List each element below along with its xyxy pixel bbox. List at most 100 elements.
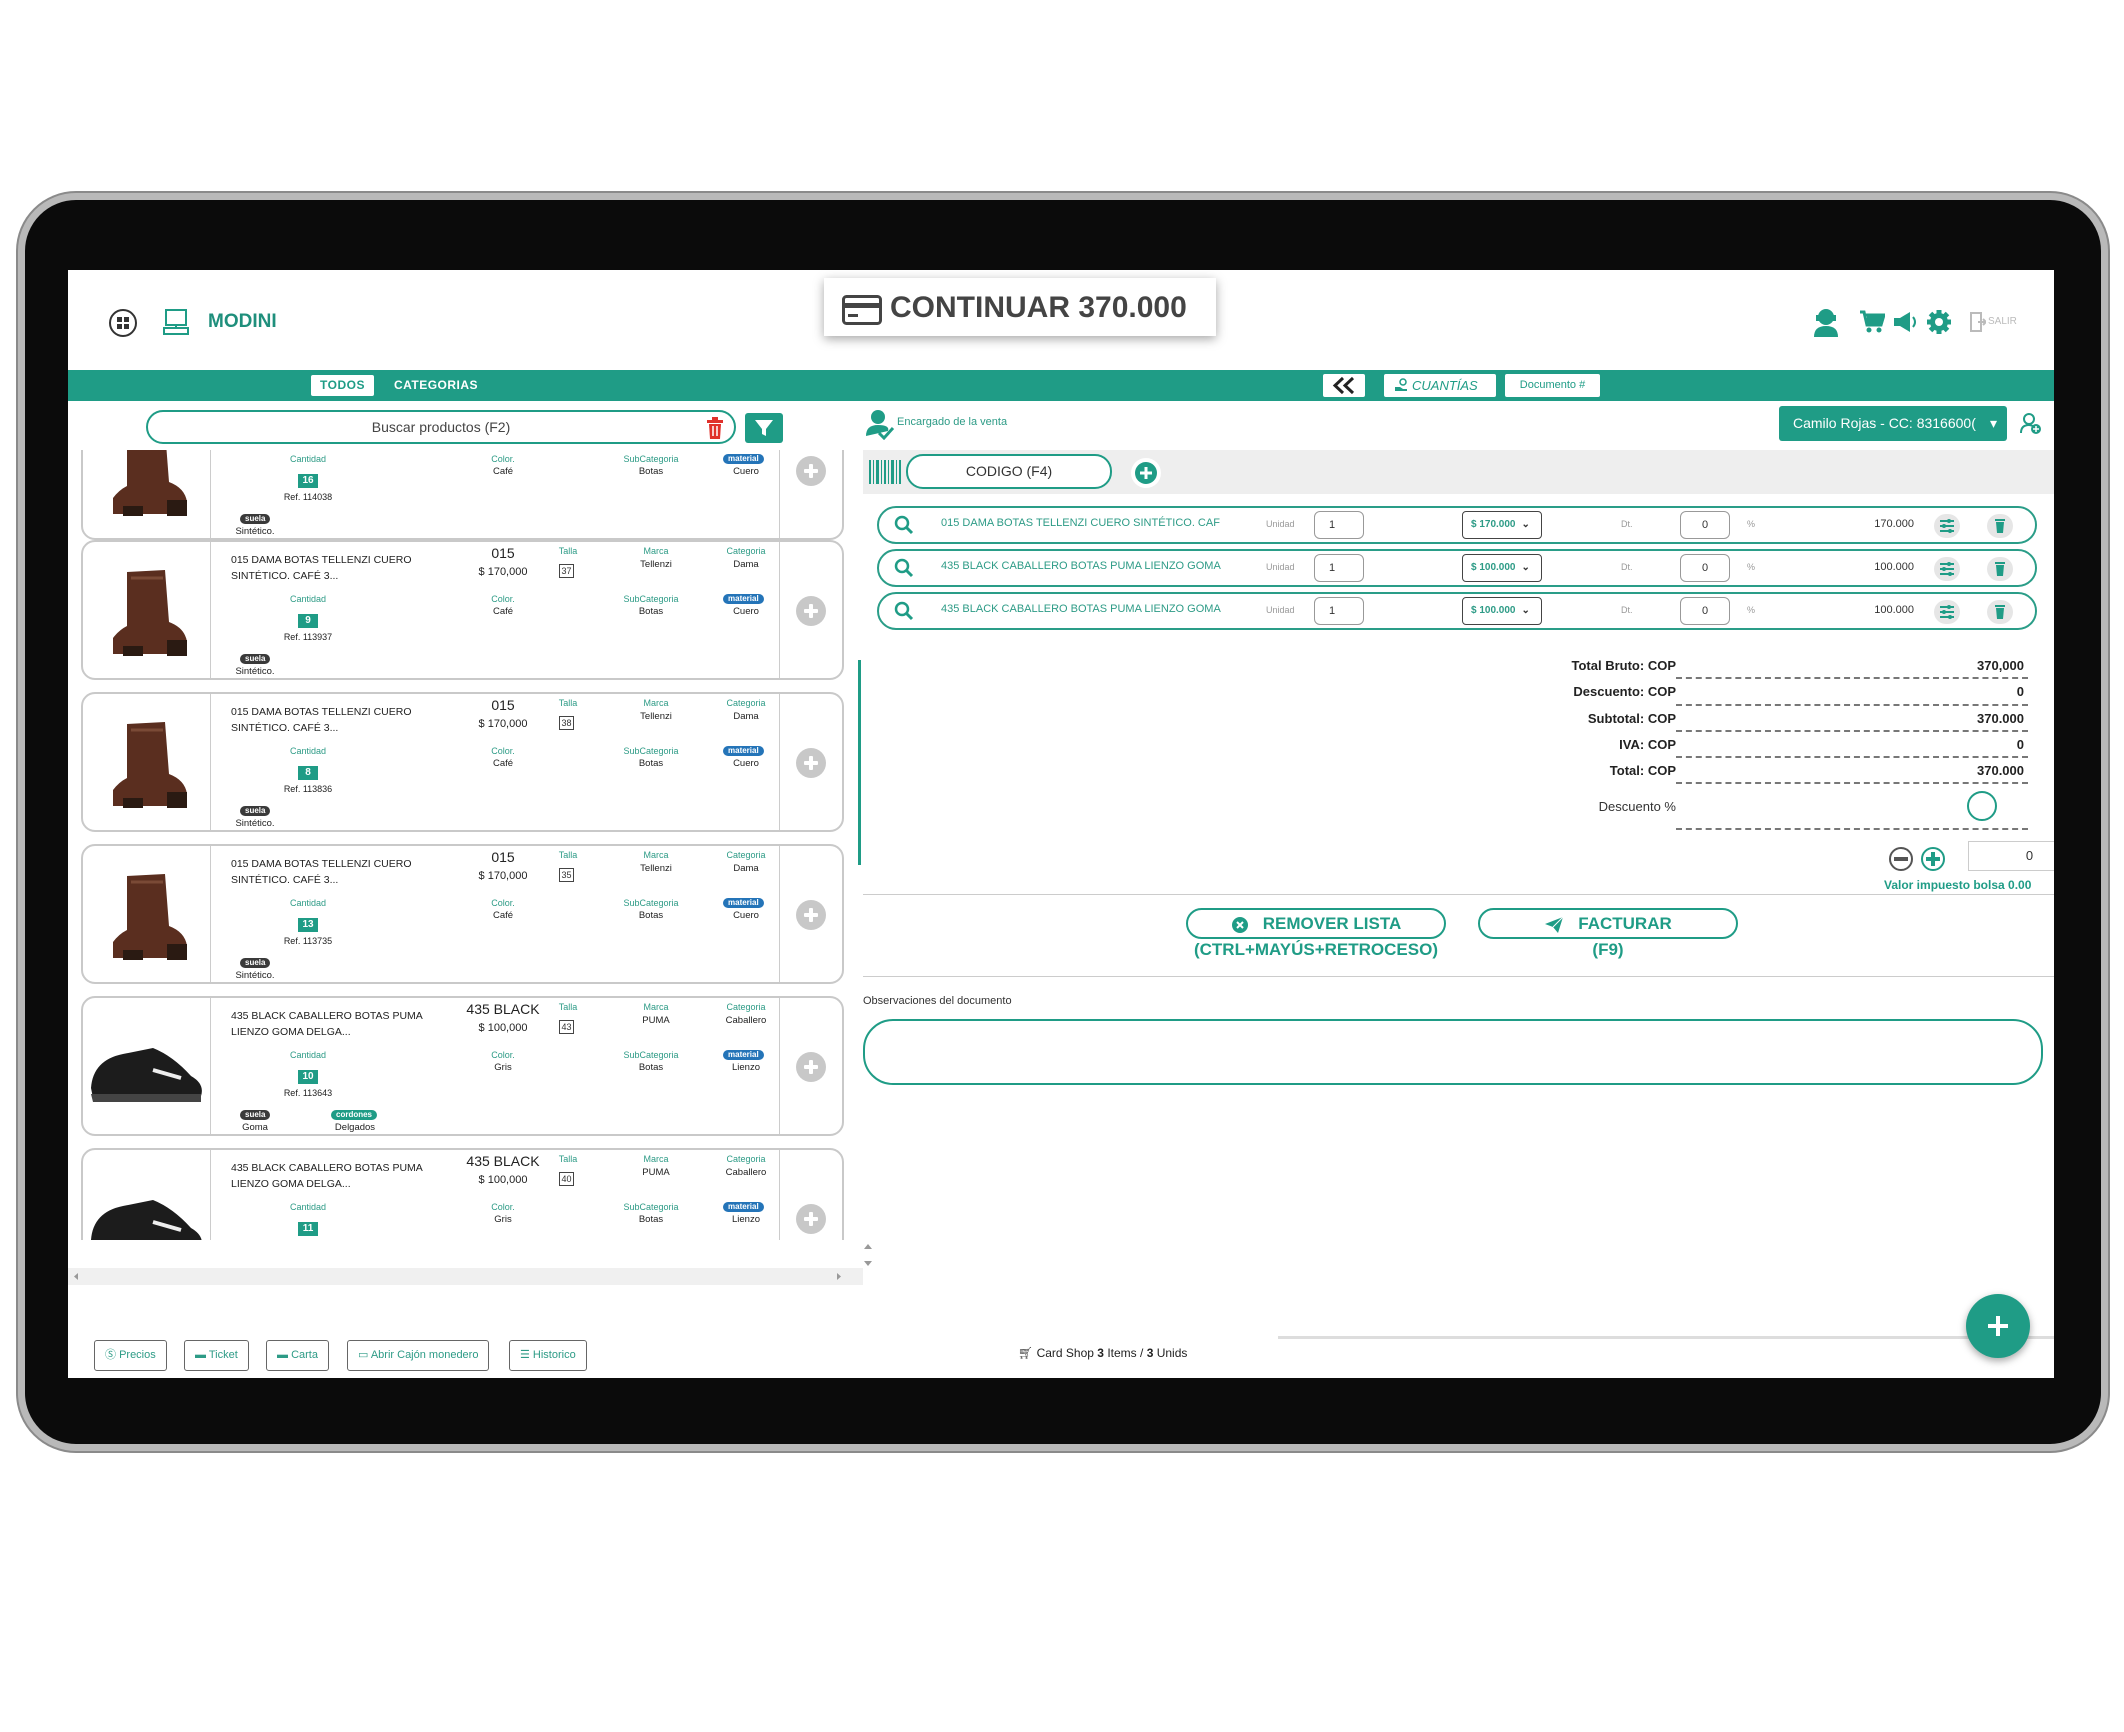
customer-select[interactable]: Camilo Rojas - CC: 8316600( ▾ [1779,406,2007,441]
product-image [83,694,211,830]
line-price: $ 100.000 [1471,605,1516,616]
add-code-button[interactable] [1131,458,1161,488]
tab-todos[interactable]: TODOS [311,375,374,396]
size-value: 37 [559,564,574,578]
quantity-label: Cantidad [289,1202,327,1212]
divider [1676,828,2028,830]
floating-add-button[interactable] [1966,1294,2030,1358]
letter-button[interactable]: ▬ Carta [266,1340,329,1371]
line-price-select[interactable]: $ 100.000 ⌄ [1462,597,1542,625]
document-number-button[interactable]: Documento # [1505,374,1600,397]
support-agent-icon[interactable] [1812,307,1840,337]
brand-value: Tellenzi [640,711,672,722]
sale-line-item: 435 BLACK CABALLERO BOTAS PUMA LIENZO GO… [877,549,2037,587]
prices-button[interactable]: Ⓢ Precios [94,1340,167,1371]
line-price-select[interactable]: $ 100.000 ⌄ [1462,554,1542,582]
search-input[interactable]: Buscar productos (F2) [148,419,734,435]
add-to-cart-plus-icon[interactable] [796,748,826,778]
line-quantity-input[interactable]: 1 [1314,554,1364,582]
chevron-down-icon: ⌄ [1521,562,1530,573]
add-to-cart-plus-icon[interactable] [796,596,826,626]
product-card[interactable]: 015 DAMA BOTAS TELLENZI CUERO SINTÉTICO.… [81,540,844,680]
product-image [83,1150,211,1240]
bag-tax-input[interactable]: 0 [1968,841,2054,871]
size-value: 35 [559,868,574,882]
line-settings-sliders-icon[interactable] [1934,600,1960,624]
size-value: 38 [559,716,574,730]
line-settings-sliders-icon[interactable] [1934,557,1960,581]
tab-categorias[interactable]: CATEGORIAS [391,375,481,396]
product-price: $ 100,000 [478,1174,528,1186]
code-input[interactable]: CODIGO (F4) [906,454,1112,489]
invoice-label: FACTURAR [1578,914,1672,933]
sole-tag: suela [240,806,271,816]
chevron-down-icon: ⌄ [1521,519,1530,530]
product-image [83,542,211,678]
add-to-cart-plus-icon[interactable] [796,456,826,486]
clear-search-trash-icon[interactable] [706,417,724,439]
logout-label[interactable]: SALIR [1988,316,2017,327]
line-discount-input[interactable]: 0 [1680,597,1730,625]
open-drawer-button[interactable]: ▭ Abrir Cajón monedero [347,1340,490,1371]
filter-button[interactable] [745,413,783,443]
add-customer-icon[interactable] [2020,413,2042,435]
register-icon[interactable] [163,308,189,336]
barcode-icon[interactable] [868,458,902,486]
search-product-icon[interactable] [894,601,914,621]
product-card[interactable]: 435 BLACK CABALLERO BOTAS PUMA LIENZO GO… [81,996,844,1136]
product-search-bar[interactable]: Buscar productos (F2) [146,410,736,444]
line-delete-trash-icon[interactable] [1987,600,2013,624]
horizontal-scrollbar[interactable] [68,1268,863,1285]
line-discount-input[interactable]: 0 [1680,554,1730,582]
collapse-button[interactable] [1323,374,1365,397]
history-button[interactable]: ☰ Historico [509,1340,587,1371]
megaphone-icon[interactable] [1892,310,1918,334]
search-product-icon[interactable] [894,515,914,535]
cart-icon[interactable] [1859,310,1885,334]
line-discount-input[interactable]: 0 [1680,511,1730,539]
line-quantity-input[interactable]: 1 [1314,597,1364,625]
line-total: 100.000 [1874,561,1914,573]
notes-textarea[interactable] [863,1019,2043,1085]
bag-tax-decrement-icon[interactable] [1888,846,1914,872]
product-price: $ 170,000 [478,718,528,730]
product-card[interactable]: 015 DAMA BOTAS TELLENZI CUERO SINTÉTICO.… [81,844,844,984]
add-to-cart-plus-icon[interactable] [796,1052,826,1082]
product-ref: Ref. 113643 [283,1088,333,1098]
product-card[interactable]: 435 BLACK CABALLERO BOTAS PUMA LIENZO GO… [81,1148,844,1240]
discount-percent-toggle[interactable] [1967,791,1997,821]
continue-button[interactable]: CONTINUAR 370.000 [824,278,1216,336]
line-price: $ 170.000 [1471,519,1516,530]
invoice-button[interactable]: FACTURAR [1478,908,1738,939]
vertical-scrollbar-thumb[interactable] [858,660,861,865]
product-card[interactable]: Talla Marca Categoria Cantidad 16 Color.… [81,450,844,540]
material-tag: material [723,594,764,604]
cart-items-label: Items / [1107,1346,1144,1360]
logout-icon[interactable] [1970,312,1986,332]
quantities-button[interactable]: CUANTÍAS [1384,374,1496,397]
apps-grid-icon[interactable] [108,308,138,338]
quantity-value: 8 [298,766,318,780]
remove-list-button[interactable]: REMOVER LISTA [1186,908,1446,939]
line-quantity-input[interactable]: 1 [1314,511,1364,539]
line-delete-trash-icon[interactable] [1987,514,2013,538]
brand-label: Marca [643,1002,669,1012]
brand-label: Marca [643,1154,669,1164]
search-product-icon[interactable] [894,558,914,578]
line-delete-trash-icon[interactable] [1987,557,2013,581]
bag-tax-increment-icon[interactable] [1920,846,1946,872]
ticket-button[interactable]: ▬ Ticket [184,1340,249,1371]
subcategory-label: SubCategoria [623,898,679,908]
settings-gear-icon[interactable] [1926,309,1952,335]
line-settings-sliders-icon[interactable] [1934,514,1960,538]
add-to-cart-plus-icon[interactable] [796,1204,826,1234]
material-tag: material [723,454,764,464]
total-label: Total: COP [1609,763,1676,778]
card-divider [779,450,780,538]
printer-icon: ▬ [277,1349,292,1361]
category-label: Categoria [726,546,766,556]
line-price-select[interactable]: $ 170.000 ⌄ [1462,511,1542,539]
customer-name: Camilo Rojas - CC: 8316600( [1793,415,1976,431]
product-card[interactable]: 015 DAMA BOTAS TELLENZI CUERO SINTÉTICO.… [81,692,844,832]
add-to-cart-plus-icon[interactable] [796,900,826,930]
